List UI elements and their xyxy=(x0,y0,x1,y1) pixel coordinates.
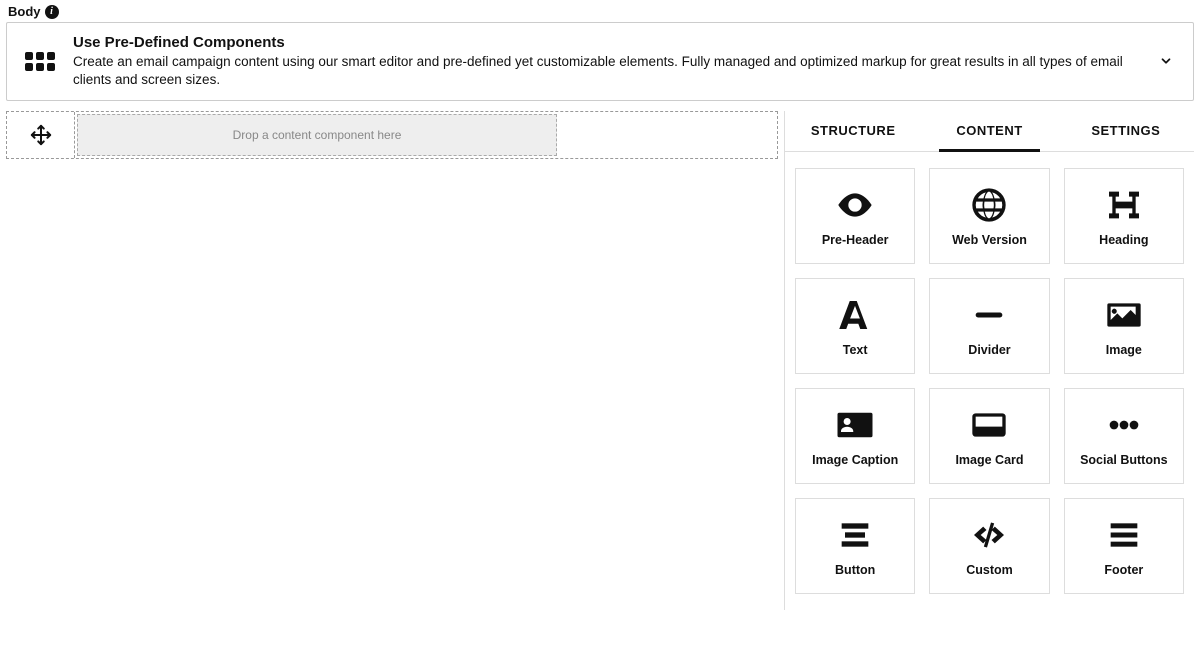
code-icon xyxy=(967,515,1011,555)
components-banner[interactable]: Use Pre-Defined Components Create an ema… xyxy=(6,22,1194,101)
lines-center-icon xyxy=(833,515,877,555)
component-label: Text xyxy=(843,343,868,357)
component-label: Button xyxy=(835,563,875,577)
component-label: Image Card xyxy=(955,453,1023,467)
component-label: Social Buttons xyxy=(1080,453,1168,467)
heading-icon xyxy=(1102,185,1146,225)
component-label: Pre-Header xyxy=(822,233,889,247)
component-custom[interactable]: Custom xyxy=(929,498,1049,594)
sidebar-panel: STRUCTURE CONTENT SETTINGS Pre-Header We… xyxy=(784,111,1194,610)
component-label: Heading xyxy=(1099,233,1148,247)
component-preheader[interactable]: Pre-Header xyxy=(795,168,915,264)
section-label-text: Body xyxy=(8,4,41,19)
section-label: Body i xyxy=(6,0,1194,22)
text-icon xyxy=(833,295,877,335)
tab-content[interactable]: CONTENT xyxy=(921,111,1057,151)
component-socialbuttons[interactable]: Social Buttons xyxy=(1064,388,1184,484)
component-button[interactable]: Button xyxy=(795,498,915,594)
canvas-empty[interactable] xyxy=(559,112,777,158)
move-icon xyxy=(30,124,52,146)
component-label: Footer xyxy=(1104,563,1143,577)
banner-title: Use Pre-Defined Components xyxy=(73,33,1139,53)
dropzone-text: Drop a content component here xyxy=(233,128,402,142)
sidebar-tabs: STRUCTURE CONTENT SETTINGS xyxy=(785,111,1194,152)
dots-icon xyxy=(1102,405,1146,445)
component-text[interactable]: Text xyxy=(795,278,915,374)
card-icon xyxy=(967,405,1011,445)
component-label: Image Caption xyxy=(812,453,898,467)
component-image[interactable]: Image xyxy=(1064,278,1184,374)
info-icon[interactable]: i xyxy=(45,5,59,19)
component-imagecard[interactable]: Image Card xyxy=(929,388,1049,484)
tab-settings[interactable]: SETTINGS xyxy=(1058,111,1194,151)
chevron-down-icon[interactable] xyxy=(1157,52,1175,70)
email-canvas[interactable]: Drop a content component here xyxy=(6,111,778,159)
banner-text: Use Pre-Defined Components Create an ema… xyxy=(73,33,1139,90)
component-divider[interactable]: Divider xyxy=(929,278,1049,374)
component-label: Image xyxy=(1106,343,1142,357)
lines-icon xyxy=(1102,515,1146,555)
grid-icon xyxy=(25,52,55,71)
component-footer[interactable]: Footer xyxy=(1064,498,1184,594)
component-imagecaption[interactable]: Image Caption xyxy=(795,388,915,484)
image-icon xyxy=(1102,295,1146,335)
component-heading[interactable]: Heading xyxy=(1064,168,1184,264)
component-label: Custom xyxy=(966,563,1013,577)
component-webversion[interactable]: Web Version xyxy=(929,168,1049,264)
component-grid: Pre-Header Web Version Heading Text xyxy=(785,152,1194,610)
component-label: Divider xyxy=(968,343,1010,357)
component-label: Web Version xyxy=(952,233,1027,247)
eye-icon xyxy=(833,185,877,225)
id-card-icon xyxy=(833,405,877,445)
drag-handle[interactable] xyxy=(7,112,75,158)
banner-description: Create an email campaign content using o… xyxy=(73,53,1139,89)
tab-structure[interactable]: STRUCTURE xyxy=(785,111,921,151)
dropzone[interactable]: Drop a content component here xyxy=(77,114,557,156)
divider-icon xyxy=(967,295,1011,335)
globe-icon xyxy=(967,185,1011,225)
